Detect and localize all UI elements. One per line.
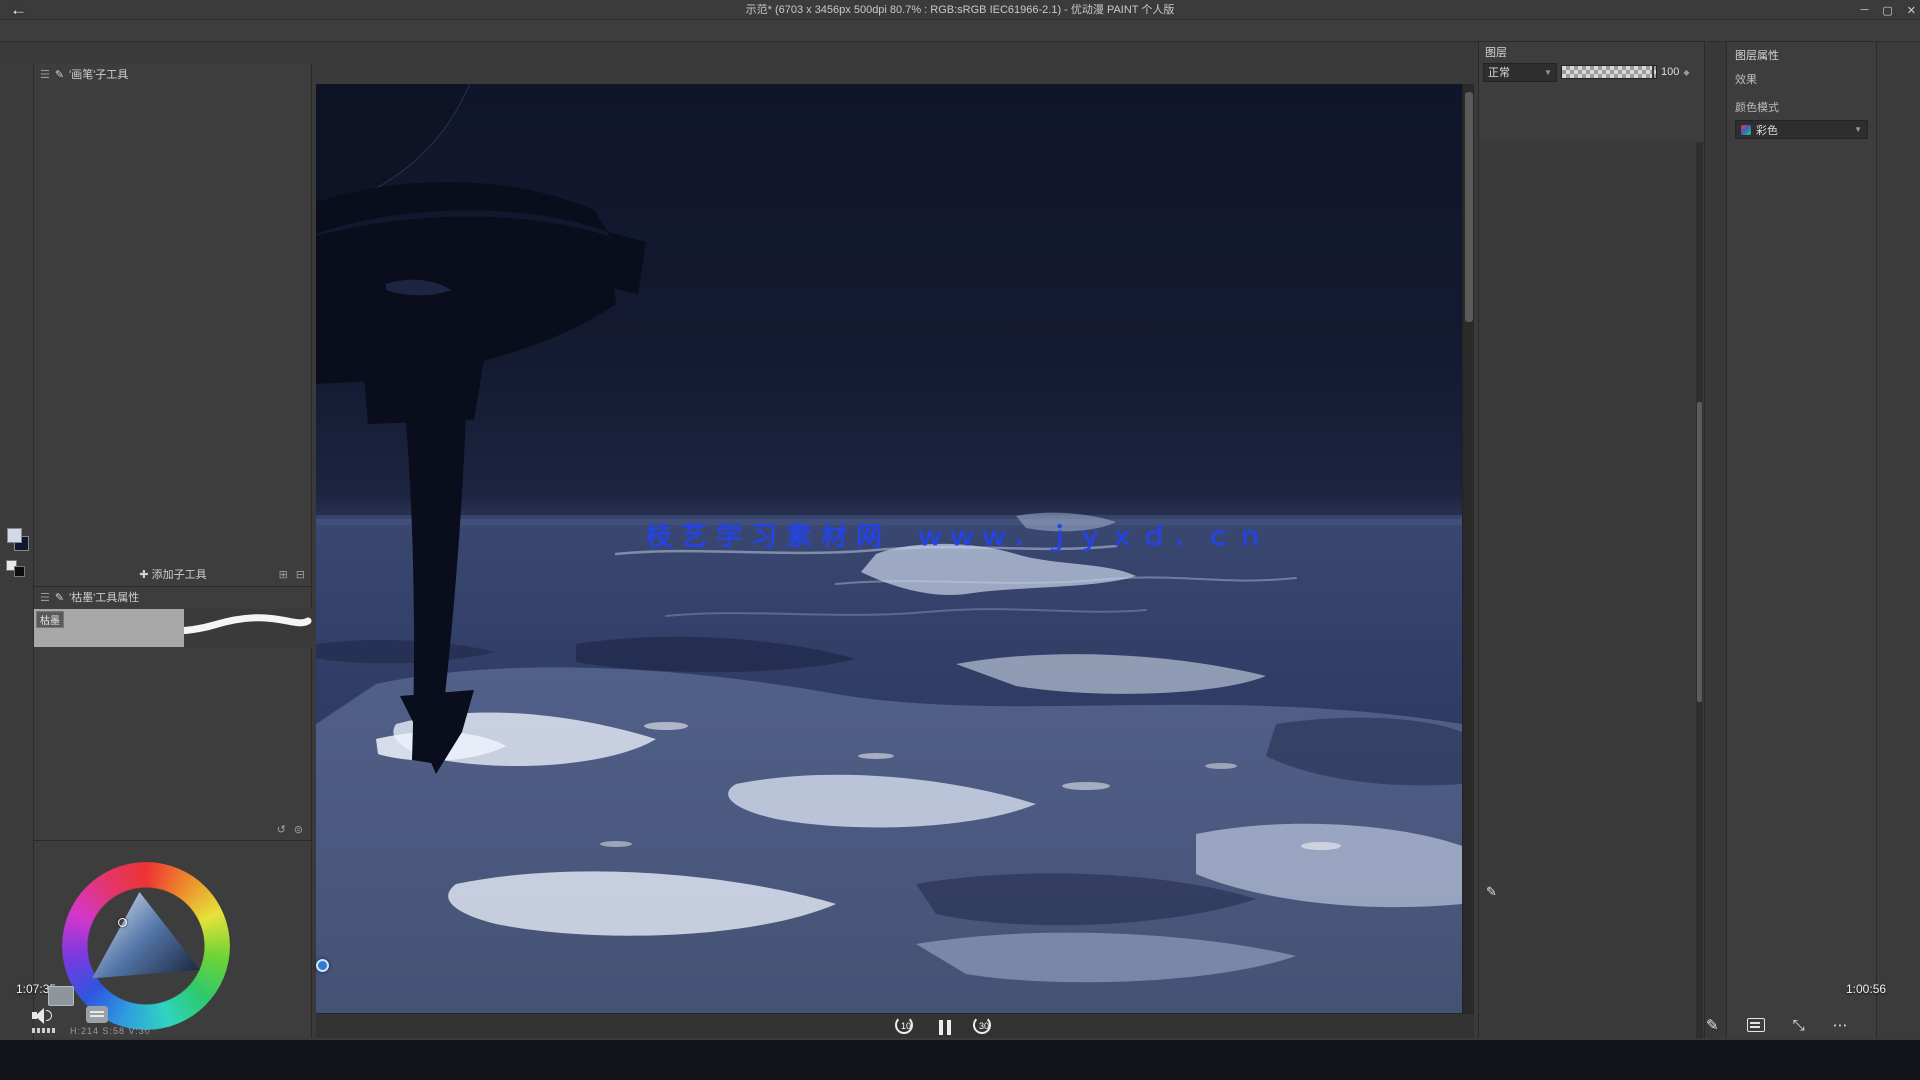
panel-menu-icon[interactable]: ☰ (40, 68, 50, 81)
player-progress-bar[interactable] (316, 964, 1390, 968)
layers-panel-title: 图层 (1479, 42, 1704, 60)
brush-stroke-preview: 枯墨 (34, 609, 312, 647)
collapsed-panel-strip (1704, 42, 1726, 1038)
layer-property-title: 图层属性 (1727, 42, 1876, 65)
layer-opacity-slider[interactable] (1561, 65, 1657, 79)
forward-30-button[interactable]: 30 (973, 1016, 995, 1038)
subtitle-toggle-icon[interactable] (86, 1006, 108, 1023)
brush-icon: ✎ (55, 68, 64, 81)
reset-icon[interactable]: ↺ (277, 823, 286, 836)
tool-strip (0, 64, 34, 1040)
player-preview-thumb (48, 986, 74, 1006)
tool-property-title: '枯墨'工具属性 (69, 589, 139, 605)
volume-control[interactable] (32, 1008, 52, 1024)
add-subtool-button[interactable]: ✚ 添加子工具 (34, 566, 312, 586)
color-mode-swatch (1741, 125, 1751, 135)
brush-list (34, 142, 312, 566)
layer-list (1479, 142, 1705, 1038)
menu-bar (0, 20, 1920, 42)
brush-name-chip: 枯墨 (36, 611, 64, 628)
delete-icon[interactable]: ⊟ (296, 568, 305, 581)
player-right-controls: ✎ ⤡ ⋯ (1706, 1016, 1848, 1034)
pause-button[interactable] (939, 1020, 951, 1035)
subtool-tabs (34, 84, 311, 86)
canvas-scrollbar[interactable] (1462, 84, 1474, 1013)
watermark: 枝艺学习素材网ｗｗｗ．ｊｙｘｄ．ｃｎ (646, 516, 1269, 553)
close-button[interactable]: ✕ (1907, 4, 1916, 17)
panel-menu-icon[interactable]: ☰ (40, 591, 50, 604)
brush-icon: ✎ (55, 591, 64, 604)
subtool-panel-header: ☰ ✎ '画笔'子工具 (34, 64, 311, 84)
default-colors-icon[interactable] (14, 566, 25, 577)
exit-fullscreen-icon[interactable]: ⤡ (1793, 1017, 1805, 1034)
player-duration: 1:00:56 (1846, 982, 1886, 996)
blend-mode-dropdown[interactable]: 正常▼ (1483, 63, 1557, 82)
rewind-10-button[interactable]: 10 (895, 1016, 917, 1038)
layers-panel: 图层 正常▼ 100 ◆ (1478, 42, 1704, 1038)
notes-pencil-icon[interactable]: ✎ (1706, 1016, 1719, 1034)
subtool-panel-title: '画笔'子工具 (69, 66, 128, 82)
settings-icon[interactable]: ⊜ (294, 823, 303, 836)
screen: 示范* (6703 x 3456px 500dpi 80.7% : RGB:sR… (0, 0, 1920, 1080)
window-title: 示范* (6703 x 3456px 500dpi 80.7% : RGB:sR… (0, 0, 1920, 20)
tool-property-panel: ☰ ✎ '枯墨'工具属性 枯墨 ↺ ⊜ (34, 586, 312, 840)
subtool-panel: ☰ ✎ '画笔'子工具 ✚ 添加子工具 ⊞ ⊟ (34, 64, 312, 586)
foreground-color-swatch[interactable] (7, 528, 22, 543)
maximize-button[interactable]: ▢ (1882, 4, 1892, 17)
tool-property-header: ☰ ✎ '枯墨'工具属性 (34, 587, 311, 607)
title-bar: 示范* (6703 x 3456px 500dpi 80.7% : RGB:sR… (0, 0, 1920, 20)
edit-pencil-icon: ✎ (1486, 884, 1497, 900)
transcript-icon[interactable] (1747, 1018, 1765, 1032)
minimize-button[interactable]: ─ (1861, 4, 1869, 16)
player-controls: 10 30 (895, 1016, 995, 1038)
color-cursor[interactable] (118, 918, 127, 927)
add-icon[interactable]: ⊞ (279, 568, 288, 581)
more-options-icon[interactable]: ⋯ (1833, 1016, 1848, 1034)
layer-property-panel: 图层属性 效果 颜色模式 彩色 ▼ (1726, 42, 1876, 1038)
speaker-icon[interactable] (32, 1008, 52, 1024)
hsv-readout: H:214 S:58 V:30 (70, 1026, 151, 1036)
color-mode-label: 颜色模式 (1727, 93, 1876, 117)
window-controls: ─ ▢ ✕ (1861, 0, 1916, 20)
layer-action-icons (1479, 105, 1704, 126)
layer-opacity-value: 100 (1661, 66, 1679, 78)
effect-label: 效果 (1727, 65, 1876, 89)
layer-list-scrollbar[interactable] (1696, 142, 1703, 1038)
canvas[interactable]: 枝艺学习素材网ｗｗｗ．ｊｙｘｄ．ｃｎ (316, 84, 1462, 1013)
panel-icon-column (1876, 42, 1920, 1038)
layer-lock-icons (1479, 84, 1704, 105)
player-back-icon[interactable]: ← (10, 0, 27, 20)
taskbar (0, 1040, 1920, 1080)
color-mode-dropdown[interactable]: 彩色 ▼ (1735, 120, 1868, 139)
color-panel-tabs (34, 841, 311, 859)
player-progress-handle[interactable] (316, 959, 329, 972)
command-bar (300, 42, 1480, 64)
